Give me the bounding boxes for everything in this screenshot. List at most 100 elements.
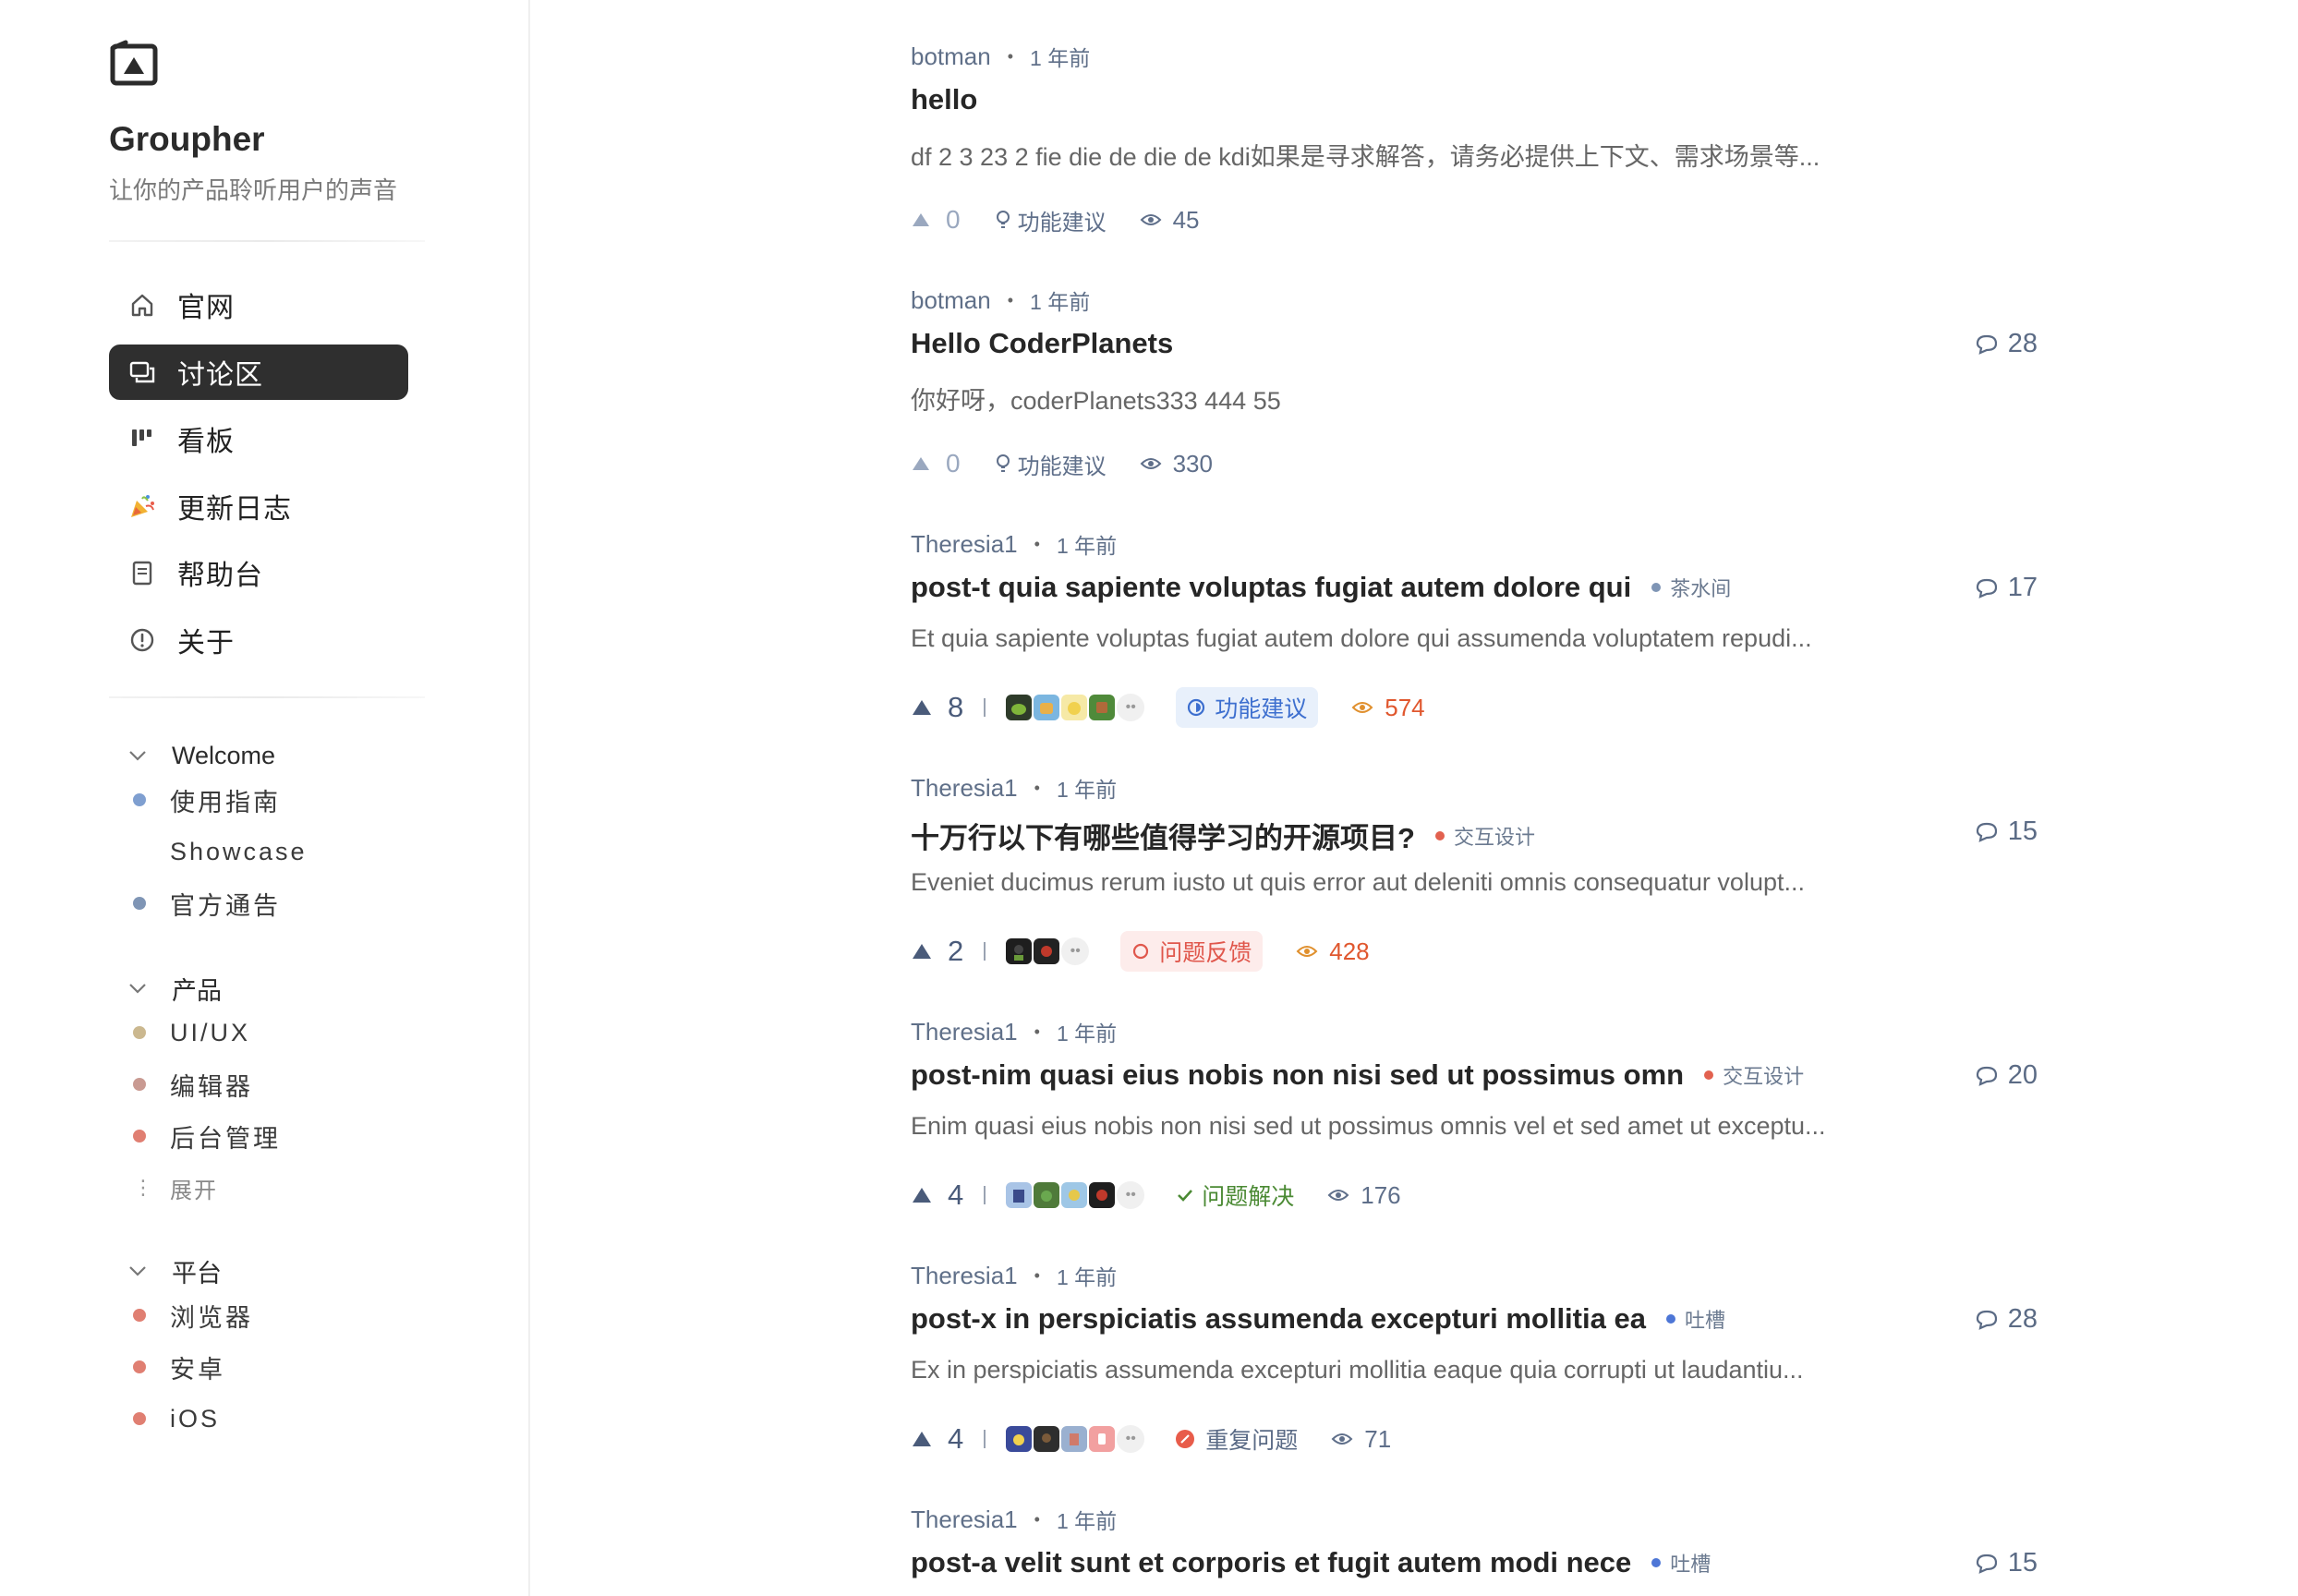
category-item[interactable]: 编辑器 bbox=[109, 1058, 423, 1110]
group-header[interactable]: 平台 bbox=[109, 1252, 423, 1289]
upvote-button[interactable]: 4 bbox=[911, 1422, 963, 1456]
lightbulb-icon bbox=[996, 454, 1010, 472]
upvote-icon bbox=[913, 1432, 931, 1446]
post-label[interactable]: 功能建议 bbox=[994, 448, 1107, 480]
post-title[interactable]: post-x in perspiciatis assumenda exceptu… bbox=[911, 1302, 1646, 1336]
category-item[interactable]: 安卓 bbox=[109, 1341, 423, 1393]
post-title[interactable]: post-a velit sunt et corporis et fugit a… bbox=[911, 1546, 1631, 1579]
participants-avatars[interactable]: •• bbox=[1004, 937, 1090, 966]
nav-item-discussion[interactable]: 讨论区 bbox=[109, 344, 408, 400]
post-item[interactable]: Theresia1 • 1 年前 post-t quia sapiente vo… bbox=[911, 488, 2038, 732]
post-title[interactable]: 十万行以下有哪些值得学习的开源项目? bbox=[911, 815, 1415, 856]
views-count: 330 bbox=[1140, 450, 1213, 478]
comments-value: 20 bbox=[2007, 1060, 2038, 1090]
community-tag[interactable]: 吐槽 bbox=[1651, 1548, 1711, 1578]
upvote-icon bbox=[913, 1188, 931, 1203]
post-label[interactable]: 重复问题 bbox=[1176, 1422, 1298, 1456]
views-value: 71 bbox=[1364, 1424, 1392, 1453]
post-label[interactable]: 问题解决 bbox=[1176, 1179, 1294, 1212]
comments-value: 15 bbox=[2007, 1548, 2038, 1578]
post-excerpt: Ex in perspiciatis assumenda excepturi m… bbox=[911, 1356, 1804, 1384]
nav-item-changelog[interactable]: 更新日志 bbox=[109, 478, 408, 534]
upvote-button[interactable]: 4 bbox=[911, 1179, 963, 1212]
category-dot bbox=[133, 845, 146, 858]
upvote-count: 2 bbox=[948, 935, 964, 967]
post-title[interactable]: post-nim quasi eius nobis non nisi sed u… bbox=[911, 1058, 1684, 1092]
category-item[interactable]: 官方通告 bbox=[109, 877, 423, 929]
author-name[interactable]: Theresia1 bbox=[911, 1018, 1018, 1046]
upvote-count: 8 bbox=[948, 691, 964, 723]
comment-icon bbox=[1976, 822, 1997, 842]
upvote-button[interactable]: 8 bbox=[911, 691, 963, 724]
avatar bbox=[1032, 693, 1062, 722]
comments-count[interactable]: 15 bbox=[1975, 1548, 2038, 1578]
nav-item-help[interactable]: 帮助台 bbox=[109, 545, 408, 600]
nav-item-kanban[interactable]: 看板 bbox=[109, 411, 408, 466]
category-item[interactable]: UI/UX bbox=[109, 1007, 423, 1058]
post-item[interactable]: botman • 1 年前 hello df 2 3 23 2 fie die … bbox=[911, 0, 2038, 244]
upvote-button[interactable]: 0 bbox=[911, 449, 961, 478]
author-name[interactable]: Theresia1 bbox=[911, 530, 1018, 559]
author-name[interactable]: botman bbox=[911, 42, 991, 71]
expand-button[interactable]: ⋮ 展开 bbox=[109, 1162, 423, 1214]
post-item[interactable]: Theresia1 • 1 年前 post-a velit sunt et co… bbox=[911, 1463, 2038, 1596]
post-time: 1 年前 bbox=[1056, 534, 1118, 558]
group-header[interactable]: Welcome bbox=[109, 737, 423, 774]
post-title[interactable]: hello bbox=[911, 83, 977, 116]
category-group-product: 产品 UI/UX 编辑器 后台管理 ⋮ 展开 bbox=[109, 970, 423, 1214]
category-item[interactable]: iOS bbox=[109, 1393, 423, 1445]
comment-icon bbox=[1976, 334, 1997, 355]
comments-count[interactable]: 28 bbox=[1975, 1304, 2038, 1335]
logo-icon[interactable] bbox=[109, 39, 163, 87]
community-tag[interactable]: 茶水间 bbox=[1651, 573, 1731, 602]
avatar bbox=[1059, 693, 1090, 722]
comments-count[interactable]: 28 bbox=[1975, 329, 2038, 359]
author-name[interactable]: Theresia1 bbox=[911, 1505, 1018, 1534]
upvote-count: 0 bbox=[946, 205, 961, 234]
post-title[interactable]: Hello CoderPlanets bbox=[911, 327, 1173, 360]
post-label[interactable]: 功能建议 bbox=[1176, 687, 1319, 728]
community-tag[interactable]: 交互设计 bbox=[1704, 1060, 1804, 1090]
post-title[interactable]: post-t quia sapiente voluptas fugiat aut… bbox=[911, 571, 1631, 604]
community-tag[interactable]: 交互设计 bbox=[1434, 821, 1535, 851]
sidebar: Groupher 让你的产品聆听用户的声音 官网 讨论区 看板 更新日志 帮助台… bbox=[0, 0, 530, 1596]
post-item[interactable]: Theresia1 • 1 年前 十万行以下有哪些值得学习的开源项目? 交互设计… bbox=[911, 732, 2038, 975]
post-excerpt: Eveniet ducimus rerum iusto ut quis erro… bbox=[911, 868, 1805, 896]
author-name[interactable]: Theresia1 bbox=[911, 1262, 1018, 1290]
more-avatars-icon: •• bbox=[1117, 1425, 1145, 1453]
nav-item-about[interactable]: 关于 bbox=[109, 612, 408, 668]
post-meta: Theresia1 • 1 年前 bbox=[911, 773, 1118, 803]
participants-avatars[interactable]: •• bbox=[1004, 1180, 1145, 1210]
category-group-welcome: Welcome 使用指南 Showcase 官方通告 bbox=[109, 737, 423, 929]
comments-count[interactable]: 15 bbox=[1975, 816, 2038, 847]
avatar bbox=[1032, 1180, 1062, 1210]
eye-icon bbox=[1351, 702, 1373, 713]
participants-avatars[interactable]: •• bbox=[1004, 693, 1145, 722]
comments-count[interactable]: 20 bbox=[1975, 1060, 2038, 1091]
category-item[interactable]: 使用指南 bbox=[109, 774, 423, 826]
post-item[interactable]: Theresia1 • 1 年前 post-x in perspiciatis … bbox=[911, 1219, 2038, 1463]
category-label: UI/UX bbox=[170, 1018, 251, 1046]
eye-icon bbox=[1140, 214, 1161, 225]
post-label[interactable]: 功能建议 bbox=[994, 204, 1107, 236]
category-item[interactable]: 浏览器 bbox=[109, 1289, 423, 1341]
nav-item-home[interactable]: 官网 bbox=[109, 277, 408, 332]
views-count: 45 bbox=[1140, 206, 1200, 235]
upvote-button[interactable]: 2 bbox=[911, 935, 963, 968]
post-item[interactable]: Theresia1 • 1 年前 post-nim quasi eius nob… bbox=[911, 975, 2038, 1219]
upvote-button[interactable]: 0 bbox=[911, 205, 961, 235]
views-value: 330 bbox=[1172, 449, 1213, 478]
category-item[interactable]: Showcase bbox=[109, 826, 423, 877]
post-item[interactable]: botman • 1 年前 Hello CoderPlanets 28 你好呀，… bbox=[911, 244, 2038, 488]
author-name[interactable]: Theresia1 bbox=[911, 774, 1018, 803]
group-header[interactable]: 产品 bbox=[109, 970, 423, 1007]
participants-avatars[interactable]: •• bbox=[1004, 1424, 1145, 1454]
upvote-icon bbox=[913, 457, 929, 470]
community-tag[interactable]: 吐槽 bbox=[1665, 1304, 1725, 1334]
kanban-icon bbox=[127, 424, 157, 453]
post-time: 1 年前 bbox=[1056, 1022, 1118, 1046]
author-name[interactable]: botman bbox=[911, 286, 991, 315]
post-label[interactable]: 问题反馈 bbox=[1120, 931, 1264, 972]
category-item[interactable]: 后台管理 bbox=[109, 1110, 423, 1162]
comments-count[interactable]: 17 bbox=[1975, 573, 2038, 603]
